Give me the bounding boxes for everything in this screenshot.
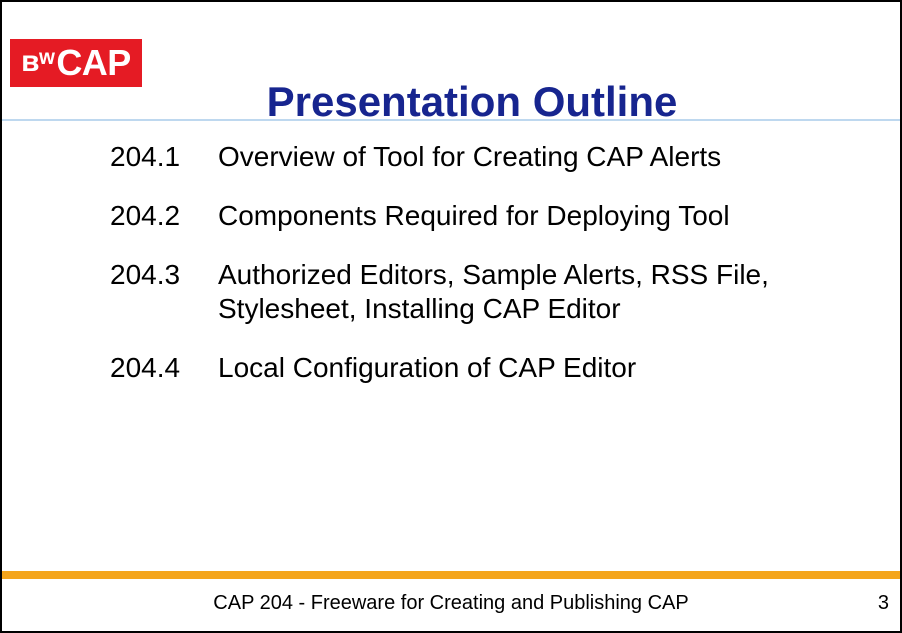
presentation-outline: 204.1 Overview of Tool for Creating CAP … (110, 140, 880, 410)
footer-divider (2, 571, 900, 579)
outline-item: 204.4 Local Configuration of CAP Editor (110, 351, 880, 385)
outline-item-text: Authorized Editors, Sample Alerts, RSS F… (218, 259, 769, 324)
outline-item: 204.2 Components Required for Deploying … (110, 199, 880, 233)
outline-item-number: 204.1 (110, 141, 181, 172)
outline-item-text: Components Required for Deploying Tool (218, 200, 730, 231)
page-number: 3 (877, 592, 889, 614)
outline-item: 204.3 Authorized Editors, Sample Alerts,… (110, 258, 880, 326)
signal-icon: ʙʷ (21, 45, 55, 78)
outline-item-text: Local Configuration of CAP Editor (218, 352, 637, 383)
outline-item-number: 204.4 (110, 352, 181, 383)
outline-item-number: 204.3 (110, 259, 181, 290)
outline-item-text: Overview of Tool for Creating CAP Alerts (218, 141, 722, 172)
cap-logo-text: CAP (56, 42, 131, 83)
cap-logo: ʙʷ CAP (10, 39, 142, 87)
footer-title: CAP 204 - Freeware for Creating and Publ… (213, 592, 689, 614)
presentation-slide: ʙʷ CAP Presentation Outline 204.1 Overvi… (0, 0, 902, 633)
title-divider (2, 119, 900, 121)
outline-item-number: 204.2 (110, 200, 181, 231)
outline-item: 204.1 Overview of Tool for Creating CAP … (110, 140, 880, 174)
